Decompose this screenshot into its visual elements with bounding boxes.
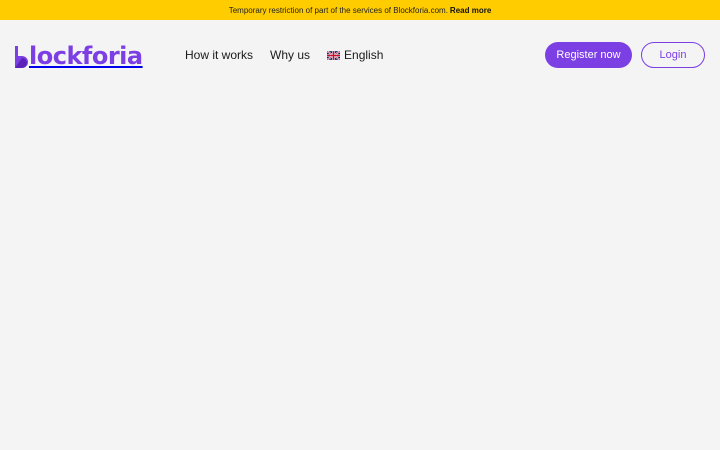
logo-b-mark-icon xyxy=(15,46,28,68)
nav-why-us[interactable]: Why us xyxy=(270,48,310,62)
main-nav: How it works Why us English xyxy=(185,48,383,62)
language-label: English xyxy=(344,48,384,62)
site-header: lockforia How it works Why us English Re… xyxy=(0,20,720,92)
register-button[interactable]: Register now xyxy=(545,42,632,68)
notice-banner: Temporary restriction of part of the ser… xyxy=(0,0,720,20)
uk-flag-icon xyxy=(327,50,341,60)
nav-how-it-works[interactable]: How it works xyxy=(185,48,253,62)
blockforia-logo[interactable]: lockforia xyxy=(15,42,143,68)
notice-text: Temporary restriction of part of the ser… xyxy=(228,5,448,15)
read-more-link[interactable]: Read more xyxy=(450,6,491,15)
login-button[interactable]: Login xyxy=(641,42,705,68)
language-selector[interactable]: English xyxy=(327,48,383,62)
logo-text: lockforia xyxy=(29,42,143,70)
